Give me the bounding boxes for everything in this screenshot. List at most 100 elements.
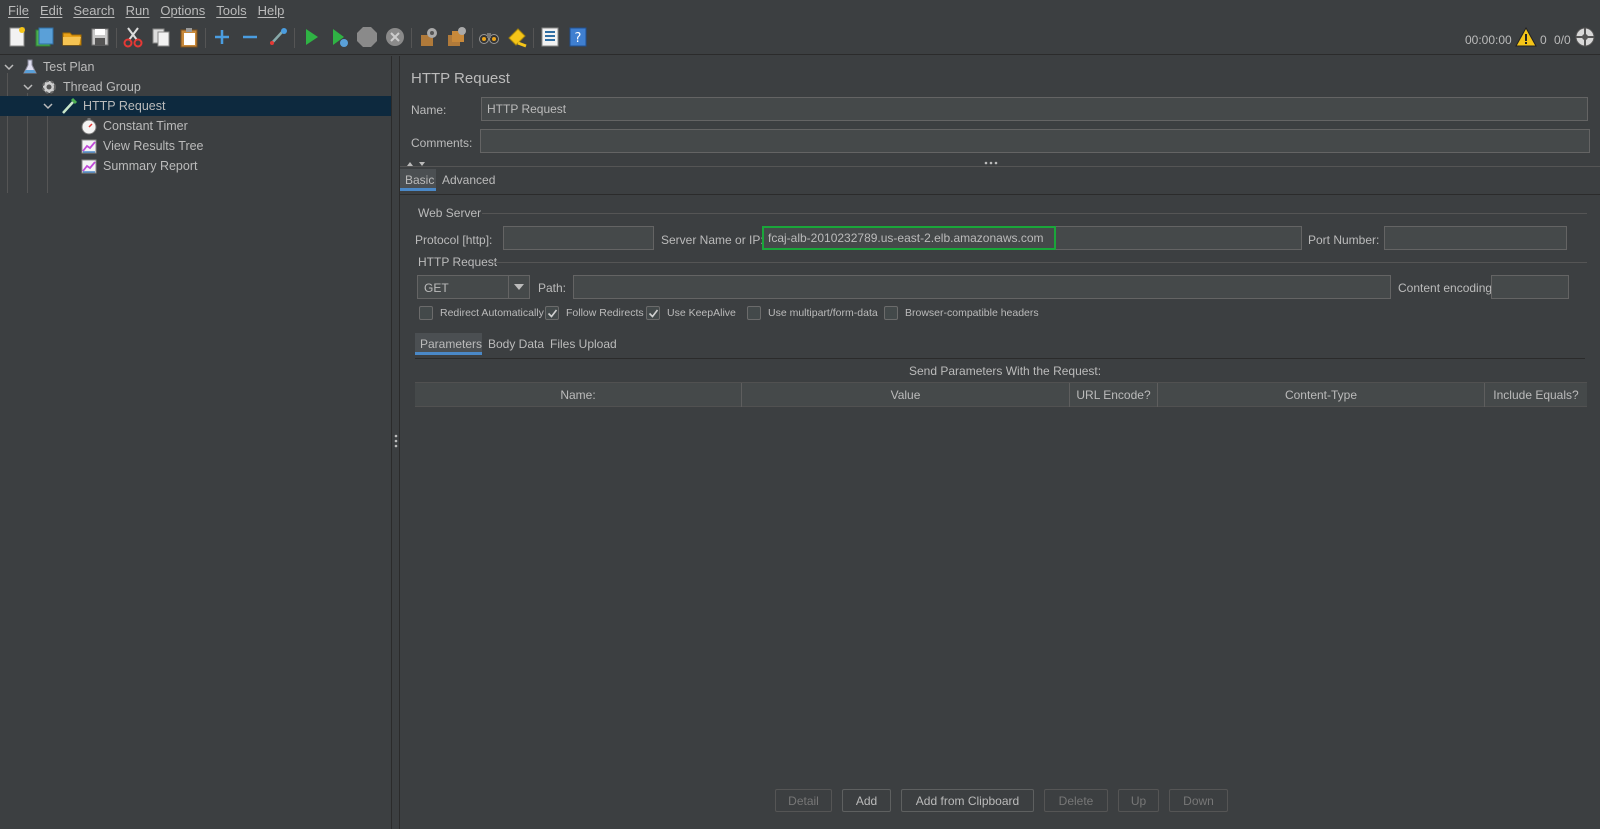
elapsed-timer: 00:00:00 (1465, 33, 1512, 47)
help-icon[interactable]: ? (567, 26, 589, 48)
http-request-panel: HTTP Request Name: HTTP Request Comments… (400, 56, 1600, 829)
page-title: HTTP Request (411, 70, 510, 87)
tab-basic[interactable]: Basic (400, 169, 436, 191)
checkbox-label: Follow Redirects (566, 307, 644, 319)
tree-item-label: View Results Tree (103, 139, 204, 153)
menu-edit[interactable]: Edit (36, 3, 69, 18)
comments-label: Comments: (411, 136, 473, 150)
checkbox-box[interactable] (884, 306, 898, 320)
clear-icon[interactable] (417, 26, 439, 48)
checkbox-box[interactable] (646, 306, 660, 320)
method-value: GET (424, 281, 449, 295)
path-field[interactable] (573, 275, 1391, 299)
column-header-name[interactable]: Name: (415, 383, 742, 407)
column-header-include-equals[interactable]: Include Equals? (1485, 383, 1587, 407)
checkbox-box[interactable] (419, 306, 433, 320)
split-handle-icon[interactable] (984, 161, 998, 165)
tab-parameters[interactable]: Parameters (415, 333, 482, 355)
chevron-down-icon[interactable] (22, 81, 34, 93)
column-header-url-encode[interactable]: URL Encode? (1070, 383, 1158, 407)
web-server-legend: Web Server (418, 206, 482, 220)
expand-icon[interactable] (211, 26, 233, 48)
cut-icon[interactable] (122, 26, 144, 48)
menu-help[interactable]: Help (254, 3, 292, 18)
port-number-field[interactable] (1384, 226, 1567, 250)
tree-item-http-request[interactable]: HTTP Request (0, 96, 391, 116)
check-icon (648, 309, 658, 318)
drag-handle-icon[interactable] (394, 433, 398, 449)
stopwatch-icon (81, 118, 97, 135)
server-name-label: Server Name or IP: (661, 233, 764, 247)
clear-all-icon[interactable] (445, 26, 467, 48)
content-encoding-field[interactable] (1491, 275, 1569, 299)
checkbox-box[interactable] (747, 306, 761, 320)
save-icon[interactable] (89, 26, 111, 48)
column-header-content-type[interactable]: Content-Type (1158, 383, 1485, 407)
warning-icon[interactable] (1515, 26, 1537, 48)
up-button[interactable]: Up (1118, 789, 1159, 812)
protocol-field[interactable] (503, 226, 654, 250)
toolbar: ? 00:00:00 0 0/0 (0, 22, 1600, 55)
stop-icon[interactable] (356, 26, 378, 48)
use-multipart-checkbox[interactable]: Use multipart/form-data (747, 306, 878, 320)
comments-field[interactable] (480, 129, 1590, 153)
chevron-down-icon[interactable] (42, 100, 54, 112)
start-icon[interactable] (300, 26, 322, 48)
browser-compatible-headers-checkbox[interactable]: Browser-compatible headers (884, 306, 1039, 320)
menu-search[interactable]: Search (69, 3, 121, 18)
svg-text:?: ? (575, 31, 582, 46)
parameters-table-header: Name: Value URL Encode? Content-Type Inc… (415, 382, 1587, 407)
method-select[interactable]: GET (417, 275, 530, 299)
add-from-clipboard-button[interactable]: Add from Clipboard (901, 789, 1034, 812)
server-name-field[interactable]: fcaj-alb-2010232789.us-east-2.elb.amazon… (762, 226, 1056, 250)
tree-item-label: Test Plan (43, 60, 95, 74)
paste-icon[interactable] (178, 26, 200, 48)
collapse-icon[interactable] (239, 26, 261, 48)
function-helper-icon[interactable] (539, 26, 561, 48)
chevron-down-icon[interactable] (3, 61, 15, 73)
reset-search-icon[interactable] (506, 26, 528, 48)
checkbox-label: Redirect Automatically (440, 307, 544, 319)
open-icon[interactable] (61, 26, 83, 48)
tree-item-test-plan[interactable]: Test Plan (0, 57, 391, 77)
menu-tools[interactable]: Tools (212, 3, 253, 18)
chevron-down-icon[interactable] (508, 276, 529, 298)
checkbox-label: Use multipart/form-data (768, 307, 878, 319)
tree-item-view-results-tree[interactable]: View Results Tree (0, 136, 391, 156)
detail-button[interactable]: Detail (775, 789, 832, 812)
remote-engines-icon[interactable] (1574, 26, 1596, 48)
new-icon[interactable] (6, 26, 28, 48)
column-header-value[interactable]: Value (742, 383, 1070, 407)
add-button[interactable]: Add (842, 789, 891, 812)
tree-item-label: Constant Timer (103, 119, 188, 133)
down-button[interactable]: Down (1169, 789, 1228, 812)
shutdown-icon[interactable] (384, 26, 406, 48)
menu-run[interactable]: Run (122, 3, 157, 18)
port-number-label: Port Number: (1308, 233, 1380, 247)
redirect-automatically-checkbox[interactable]: Redirect Automatically (419, 306, 544, 320)
menu-file[interactable]: File (4, 3, 36, 18)
name-field[interactable]: HTTP Request (481, 97, 1588, 121)
start-no-pauses-icon[interactable] (328, 26, 350, 48)
tab-files-upload[interactable]: Files Upload (545, 333, 622, 355)
params-caption: Send Parameters With the Request: (909, 364, 1102, 378)
split-pane-divider[interactable] (391, 56, 400, 829)
menu-options[interactable]: Options (156, 3, 212, 18)
search-icon[interactable] (478, 26, 500, 48)
graph-icon (81, 139, 97, 154)
toggle-icon[interactable] (267, 26, 289, 48)
tree-item-thread-group[interactable]: Thread Group (0, 77, 391, 97)
tab-advanced[interactable]: Advanced (437, 169, 500, 191)
use-keepalive-checkbox[interactable]: Use KeepAlive (646, 306, 736, 320)
tab-body-data[interactable]: Body Data (483, 333, 549, 355)
tree-item-label: Thread Group (63, 80, 141, 94)
checkbox-box[interactable] (545, 306, 559, 320)
tree-item-label: HTTP Request (83, 99, 166, 113)
tree-item-summary-report[interactable]: Summary Report (0, 156, 391, 176)
templates-icon[interactable] (33, 26, 55, 48)
copy-icon[interactable] (150, 26, 172, 48)
delete-button[interactable]: Delete (1044, 789, 1108, 812)
tree-item-constant-timer[interactable]: Constant Timer (0, 116, 391, 136)
graph-icon (81, 159, 97, 174)
follow-redirects-checkbox[interactable]: Follow Redirects (545, 306, 644, 320)
